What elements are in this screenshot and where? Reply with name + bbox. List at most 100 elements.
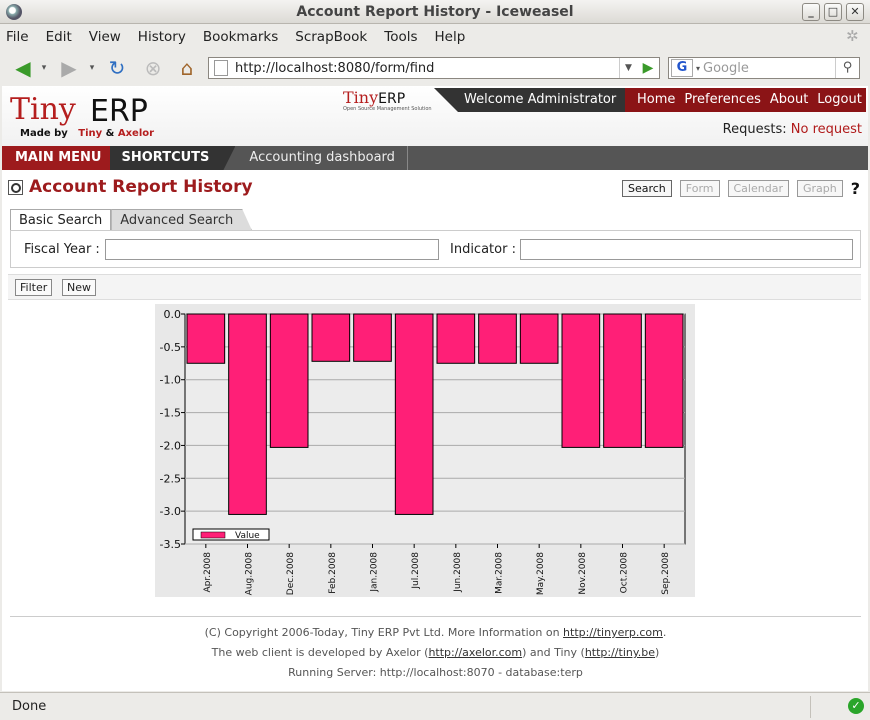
preferences-link[interactable]: Preferences [684,88,760,112]
axelor-link[interactable]: http://axelor.com [428,646,522,659]
tab-basic-search[interactable]: Basic Search [10,209,112,231]
status-ok-icon: ✓ [848,698,864,714]
tab-advanced-search[interactable]: Advanced Search [111,209,252,231]
legend-swatch [200,531,226,539]
action-bar: Filter New [8,274,861,300]
main-menu-button[interactable]: MAIN MENU [2,146,110,170]
requests-link[interactable]: No request [791,122,862,137]
requests-label: Requests: [722,122,787,137]
url-text[interactable]: http://localhost:8080/form/find [235,61,619,76]
bar [644,313,684,448]
google-engine-icon[interactable]: G [671,59,693,77]
page-icon [214,60,228,76]
search-tabs: Basic Search Advanced Search [10,209,252,231]
menu-history[interactable]: History [138,29,186,45]
y-tick-label: -3.0 [160,505,181,518]
shortcut-accounting-dashboard[interactable]: Accounting dashboard [235,146,408,170]
home-icon[interactable]: ⌂ [174,56,200,80]
go-arrow-icon[interactable]: ▶ [637,58,659,78]
new-button[interactable]: New [62,279,96,296]
bar [353,313,392,362]
page-title: Account Report History [8,176,253,198]
shortcuts-button[interactable]: SHORTCUTS [110,146,236,170]
x-tick-label: Aug.2008 [245,552,255,596]
window-title: Account Report History - Iceweasel [296,4,574,20]
tiny-be-link[interactable]: http://tiny.be [585,646,655,659]
url-dropdown-icon[interactable]: ▼ [619,58,637,78]
about-link[interactable]: About [770,88,808,112]
status-bar: Done ✓ [0,692,870,720]
x-tick-label: Apr.2008 [203,552,213,593]
search-magnifier-icon[interactable]: ⚲ [835,58,859,78]
maximize-button[interactable]: □ [824,3,842,21]
requests-status: Requests: No request [723,122,862,137]
search-view-icon [8,179,23,195]
footer-line-2: The web client is developed by Axelor (h… [211,646,660,659]
footer-line-3: Running Server: http://localhost:8070 - … [288,666,583,679]
back-history-dropdown-icon[interactable]: ▾ [38,56,50,80]
forward-arrow-icon[interactable]: ▶ [56,56,82,80]
menu-edit[interactable]: Edit [46,29,72,45]
search-form: Fiscal Year : Indicator : [10,230,861,268]
window-titlebar: Account Report History - Iceweasel _ □ ✕ [0,0,870,24]
y-tick-label: -3.5 [160,538,181,551]
status-text: Done [12,699,47,714]
y-tick-label: -2.5 [160,472,181,485]
menu-file[interactable]: File [6,29,29,45]
footer-line-1: (C) Copyright 2006-Today, Tiny ERP Pvt L… [204,626,667,639]
logo-made-by: Made by Tiny & Axelor [20,128,155,139]
x-tick-label: Dec.2008 [286,552,296,595]
fiscal-year-field[interactable] [105,239,439,260]
menubar: File Edit View History Bookmarks ScrapBo… [0,25,870,48]
logout-link[interactable]: Logout [817,88,862,112]
y-tick-label: -1.0 [160,374,181,387]
menu-help[interactable]: Help [435,29,466,45]
top-links: Home Preferences About Logout [625,88,866,112]
filter-button[interactable]: Filter [15,279,53,296]
menu-scrapbook[interactable]: ScrapBook [295,29,367,45]
search-view-button[interactable]: Search [621,180,672,197]
reload-icon[interactable]: ↻ [104,56,130,80]
bar [519,313,559,364]
browser-app-icon [6,4,22,20]
tinyerp-link[interactable]: http://tinyerp.com [563,626,663,639]
welcome-text: Welcome Administrator [434,88,626,112]
help-icon[interactable]: ? [851,179,860,198]
account-report-chart: 0.0 -0.5 -1.0 -1.5 -2.0 -2.5 -3.0 -3.5 Apr.2008 A… [155,304,695,597]
menu-bookmarks[interactable]: Bookmarks [203,29,278,45]
stop-icon[interactable]: ⊗ [140,56,166,80]
mini-tiny-erp-logo: TinyERP Open Source Management Solution [343,88,432,112]
close-button[interactable]: ✕ [846,3,864,21]
menu-tools[interactable]: Tools [384,29,417,45]
bar [603,313,642,448]
form-view-button[interactable]: Form [679,180,720,197]
x-tick-label: Oct.2008 [620,552,630,594]
logo-erp-text: ERP [90,94,148,129]
fiscal-year-label: Fiscal Year : [24,242,100,257]
indicator-field[interactable] [520,239,853,260]
bar [186,313,226,364]
forward-history-dropdown-icon[interactable]: ▾ [86,56,98,80]
x-tick-label: Sep.2008 [661,552,671,595]
x-tick-label: Mar.2008 [495,552,505,594]
minimize-button[interactable]: _ [802,3,820,21]
search-placeholder[interactable]: Google [703,61,835,76]
y-tick-label: 0.0 [164,308,182,321]
bar [311,313,351,362]
calendar-view-button[interactable]: Calendar [727,180,789,197]
engine-dropdown-icon[interactable]: ▾ [696,64,700,73]
bar [478,313,517,364]
x-tick-label: Nov.2008 [578,552,588,595]
back-arrow-icon[interactable]: ◀ [10,56,36,80]
x-tick-label: Feb.2008 [328,552,338,594]
erp-header: Tiny ERP Made by Tiny & Axelor TinyERP O… [2,86,868,146]
url-bar[interactable]: http://localhost:8080/form/find ▼ ▶ [208,57,660,79]
bar [269,313,309,448]
graph-view-button[interactable]: Graph [796,180,843,197]
y-tick-label: -1.5 [160,407,181,420]
menu-view[interactable]: View [89,29,121,45]
web-search-box[interactable]: G ▾ Google ⚲ [668,57,860,79]
home-link[interactable]: Home [637,88,675,112]
tiny-erp-logo[interactable]: Tiny ERP Made by Tiny & Axelor [10,92,185,144]
x-tick-label: Jan.2008 [370,552,380,593]
